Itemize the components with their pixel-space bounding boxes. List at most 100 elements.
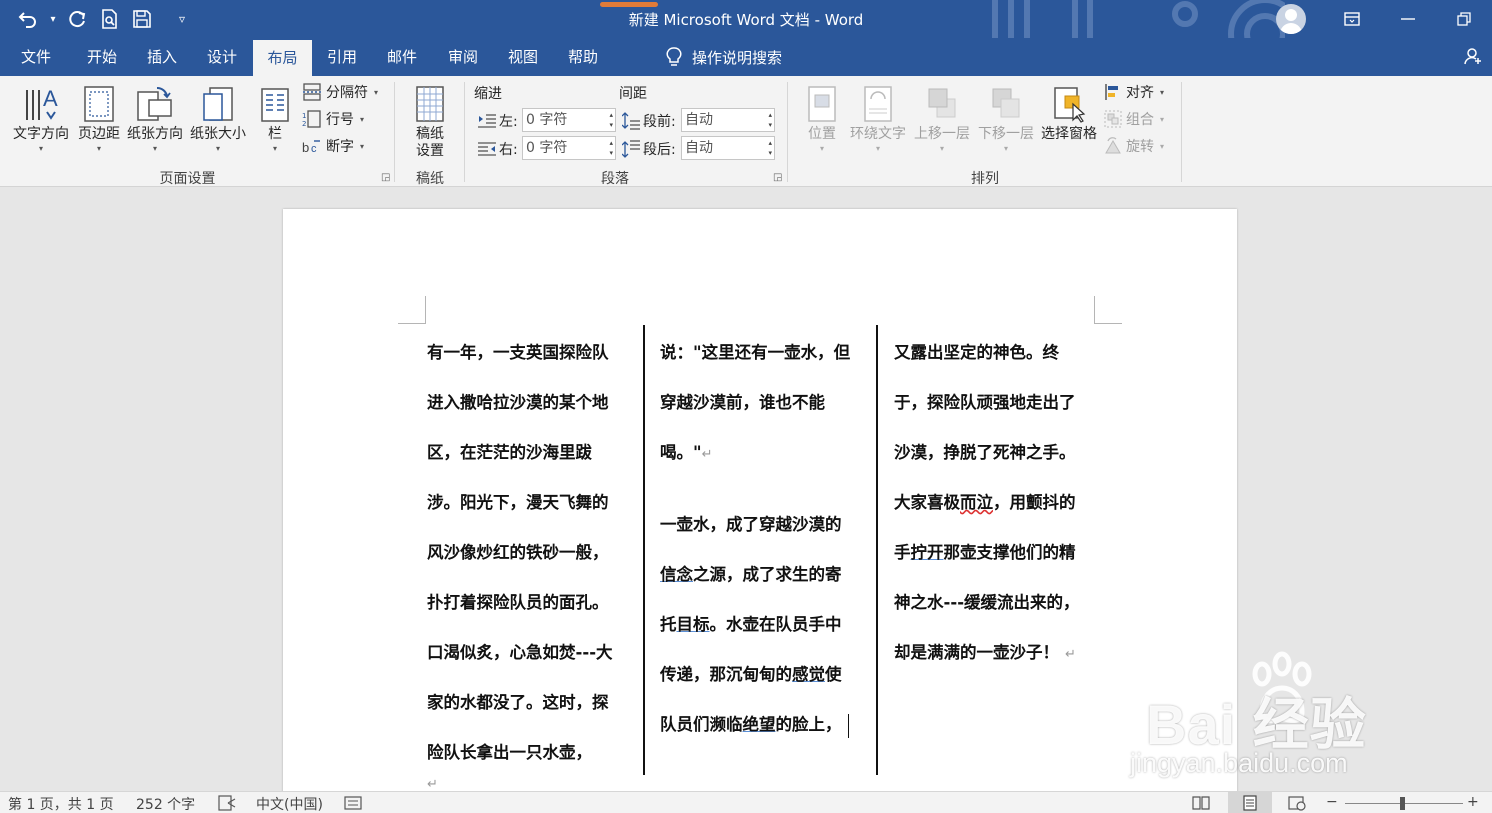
ribbon-layout: A 文字方向 ▾ 页边距 ▾ 纸张方向 ▾ 纸张大小 ▾ 栏 ▾ 分隔符 ▾ 1… — [0, 76, 1492, 187]
paragraph-mark: ↵ — [427, 777, 438, 792]
size-button[interactable]: 纸张大小 ▾ — [188, 82, 248, 155]
text-run: 喝。" — [660, 443, 702, 462]
web-layout-icon[interactable] — [1288, 795, 1306, 813]
spacing-after-input[interactable]: 自动 ▴ ▾ — [681, 136, 775, 160]
tell-me-label: 操作说明搜索 — [692, 48, 783, 67]
rotate-button[interactable]: 旋转 ▾ — [1104, 136, 1164, 156]
text-column-1[interactable]: 有一年，一支英国探险队 进入撒哈拉沙漠的某个地 区，在茫茫的沙海里跋 涉。阳光下… — [427, 325, 627, 795]
text-direction-icon: A — [26, 86, 58, 120]
zoom-out-icon[interactable]: − — [1326, 794, 1338, 810]
tab-file[interactable]: 文件 — [8, 38, 64, 76]
spacing-after-spinner[interactable]: ▴ ▾ — [768, 138, 772, 158]
align-button[interactable]: 对齐 ▾ — [1104, 82, 1164, 102]
margins-button[interactable]: 页边距 ▾ — [74, 82, 124, 155]
text-run: 的脸上， — [775, 715, 842, 734]
window-title: 新建 Microsoft Word 文档 - Word — [628, 11, 864, 29]
columns-button[interactable]: 栏 ▾ — [256, 82, 294, 155]
spacing-before-label-wrap: 段前: — [622, 111, 676, 131]
group-button[interactable]: 组合 ▾ — [1104, 109, 1164, 129]
zoom-in-icon[interactable]: + — [1467, 794, 1479, 810]
text-column-2[interactable]: 说："这里还有一壶水，但 穿越沙漠前，谁也不能 喝。"↵ 一壶水，成了穿越沙漠的… — [660, 325, 865, 765]
text-run-spellcheck: 而泣 — [960, 493, 993, 512]
indent-left-label-wrap: 左: — [478, 111, 518, 131]
text-line: 险队长拿出一只水壶， — [427, 743, 592, 762]
tab-review[interactable]: 审阅 — [435, 38, 491, 76]
spacing-after-label-wrap: 段后: — [622, 139, 676, 159]
tell-me-search[interactable]: 操作说明搜索 — [666, 38, 782, 76]
margins-icon — [84, 86, 114, 122]
text-run: 使 — [825, 665, 842, 684]
columns-label: 栏 — [268, 126, 282, 142]
text-line: 于，探险队顽强地走出了 — [894, 393, 1076, 412]
share-icon[interactable] — [1464, 47, 1482, 70]
indent-left-spinner[interactable]: ▴ ▾ — [609, 110, 613, 130]
user-avatar[interactable] — [1276, 4, 1306, 34]
text-cursor — [847, 713, 849, 738]
spacing-before-input[interactable]: 自动 ▴ ▾ — [681, 108, 775, 132]
column-divider — [643, 325, 645, 775]
tab-insert[interactable]: 插入 — [134, 38, 190, 76]
rotate-label: 旋转 — [1126, 139, 1154, 155]
text-direction-button[interactable]: A 文字方向 ▾ — [10, 82, 72, 155]
text-line: 信念之源，成了求生的寄 — [660, 561, 842, 585]
position-button[interactable]: 位置 ▾ — [800, 82, 844, 155]
indent-left-icon — [478, 114, 496, 128]
text-line: 沙漠，挣脱了死神之手。 — [894, 443, 1076, 462]
indent-right-spinner[interactable]: ▴ ▾ — [609, 138, 613, 158]
tab-mailings[interactable]: 邮件 — [374, 38, 430, 76]
page-setup-launcher-icon[interactable]: ◲ — [381, 172, 390, 183]
line-numbers-label: 行号 — [326, 112, 354, 128]
proofing-icon[interactable] — [218, 795, 236, 813]
tab-help[interactable]: 帮助 — [555, 38, 611, 76]
hyphenation-label: 断字 — [326, 139, 354, 155]
word-count[interactable]: 252 个字 — [136, 794, 195, 813]
text-line: 托目标。水壶在队员手中 — [660, 611, 842, 635]
orientation-button[interactable]: 纸张方向 ▾ — [125, 82, 185, 155]
selection-pane-button[interactable]: 选择窗格 — [1038, 82, 1100, 143]
manuscript-setup-button[interactable]: 稿纸 设置 — [404, 82, 456, 160]
text-run-underlined: 绝望 — [742, 715, 776, 734]
group-icon — [1104, 110, 1122, 128]
spacing-before-spinner[interactable]: ▴ ▾ — [768, 110, 772, 130]
align-label: 对齐 — [1126, 85, 1154, 101]
columns-icon — [261, 88, 289, 122]
line-numbers-button[interactable]: 12 行号 ▾ — [302, 109, 364, 129]
print-layout-icon[interactable] — [1228, 792, 1272, 813]
paragraph-mark: ↵ — [1065, 647, 1076, 662]
rotate-icon — [1105, 137, 1121, 154]
hyphenation-button[interactable]: bc 断字 ▾ — [302, 136, 364, 156]
selection-pane-label: 选择窗格 — [1041, 126, 1097, 142]
orientation-label: 纸张方向 — [127, 126, 183, 142]
text-line: 涉。阳光下，漫天飞舞的 — [427, 493, 609, 512]
tab-layout[interactable]: 布局 — [253, 40, 312, 76]
indent-right-input[interactable]: 0 字符 ▴ ▾ — [522, 136, 616, 160]
spacing-after-icon — [622, 140, 640, 158]
send-backward-button[interactable]: 下移一层 ▾ — [975, 82, 1037, 155]
text-column-3[interactable]: 又露出坚定的神色。终 于，探险队顽强地走出了 沙漠，挣脱了死神之手。 大家喜极而… — [894, 325, 1104, 685]
zoom-slider-thumb[interactable] — [1400, 797, 1405, 810]
breaks-button[interactable]: 分隔符 ▾ — [302, 82, 378, 102]
page-count[interactable]: 第 1 页，共 1 页 — [8, 794, 114, 813]
text-run-underlined: 拧开 — [910, 543, 944, 562]
macro-record-icon[interactable] — [344, 795, 362, 813]
text-run-underlined: 感觉 — [792, 665, 825, 684]
tab-design[interactable]: 设计 — [194, 38, 250, 76]
ribbon-tab-bar: 文件 开始 插入 设计 布局 引用 邮件 审阅 视图 帮助 操作说明搜索 — [0, 38, 1492, 76]
paragraph-launcher-icon[interactable]: ◲ — [773, 172, 782, 183]
text-line: 家的水都没了。这时，探 — [427, 693, 609, 712]
tab-home[interactable]: 开始 — [74, 38, 130, 76]
spacing-before-value: 自动 — [685, 112, 713, 128]
title-accent-bar — [600, 2, 658, 7]
group-separator — [787, 82, 788, 182]
ribbon-display-options-icon[interactable] — [1324, 0, 1380, 38]
tab-view[interactable]: 视图 — [495, 38, 551, 76]
indent-left-input[interactable]: 0 字符 ▴ ▾ — [522, 108, 616, 132]
read-mode-icon[interactable] — [1192, 795, 1210, 813]
wrap-text-button[interactable]: 环绕文字 ▾ — [847, 82, 909, 155]
bring-forward-button[interactable]: 上移一层 ▾ — [911, 82, 973, 155]
restore-icon[interactable] — [1436, 0, 1492, 38]
tab-references[interactable]: 引用 — [314, 38, 370, 76]
minimize-icon[interactable] — [1380, 0, 1436, 38]
hyphenation-icon: bc — [302, 140, 320, 155]
language-indicator[interactable]: 中文(中国) — [256, 794, 323, 813]
